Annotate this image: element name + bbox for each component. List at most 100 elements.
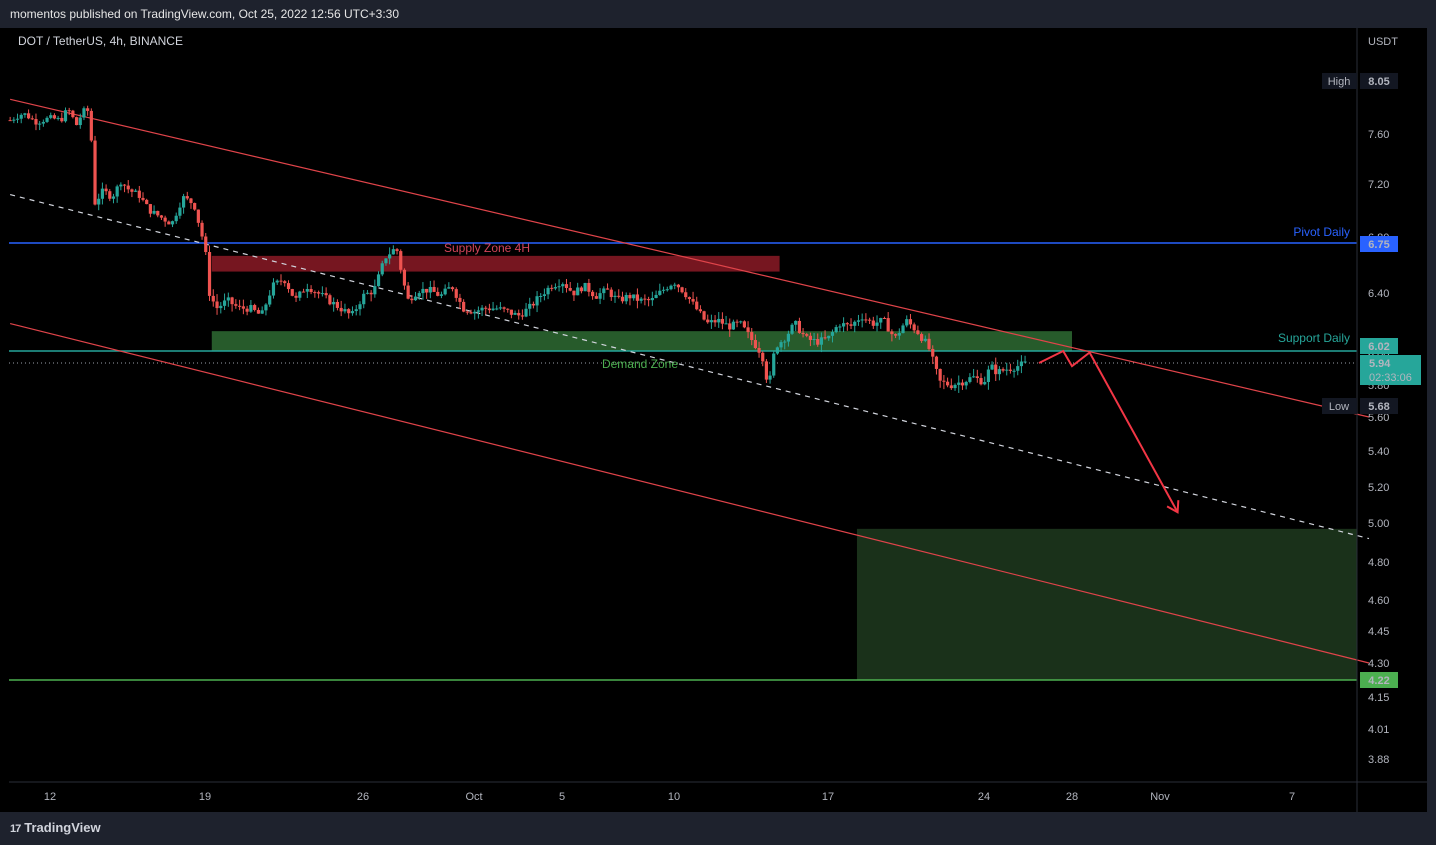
candle [576,282,580,296]
candle [130,188,134,198]
candle [594,292,598,299]
tv-logo-icon: 17 [10,823,21,835]
candle [152,205,156,215]
candle [860,313,864,328]
candle [838,324,842,332]
candle [279,274,283,286]
candle [134,188,138,192]
candle [495,305,499,311]
candle [731,319,735,330]
candle [520,309,524,320]
price-chart[interactable]: 3.88 4.01 4.15 4.30 4.45 4.60 4.80 5.00 5.20 5.40… [0,0,1436,845]
candle [709,314,713,329]
candle [946,377,950,388]
candle [226,292,230,307]
candle [268,290,272,307]
candle [286,280,291,293]
right-edge [1427,28,1436,812]
time-tick: 24 [978,791,990,803]
candle [676,283,680,293]
zone-2[interactable] [856,528,1357,680]
candle [680,286,684,294]
candle [402,268,407,290]
candle [972,368,976,378]
zone-0[interactable] [211,255,780,272]
candle [320,286,324,297]
candle [63,107,68,123]
time-axis[interactable]: 12 19 26 Oct 5 10 17 24 28 Nov 7 [44,791,1295,803]
candle [491,301,495,311]
candle [613,291,617,303]
candle [553,283,557,291]
candle [790,323,794,335]
candle [126,180,130,194]
candle [609,287,613,301]
candle [695,296,699,311]
candle [539,293,543,303]
candle [335,299,340,311]
candle [853,320,857,333]
price-tick: 4.30 [1368,658,1389,670]
high-label: High [1328,76,1351,88]
candle [764,359,768,383]
candle [328,293,332,306]
price-axis[interactable]: 3.88 4.01 4.15 4.30 4.45 4.60 4.80 5.00 5.20 5.40… [1368,77,1389,766]
candle [702,310,706,321]
candle [436,287,440,297]
price-tick: 4.60 [1368,595,1389,607]
candle [908,313,913,329]
projection-path[interactable] [1038,349,1179,513]
candle [1012,368,1016,378]
candle [1016,359,1020,376]
candle [502,306,506,313]
candle [82,106,86,121]
candle [108,189,112,202]
candle [119,182,123,191]
candle [901,323,905,334]
candle [735,319,739,328]
candle [181,193,186,214]
candle [864,313,868,323]
candle [506,308,510,313]
candle [579,286,584,294]
candle [661,286,666,294]
zone-1[interactable] [211,331,1072,351]
candle [528,297,532,316]
candle [358,301,362,316]
candle [275,279,279,285]
candle [598,288,602,305]
candle [439,291,444,299]
candle [856,314,861,326]
time-tick: 17 [822,791,834,803]
candle [473,309,477,320]
tradingview-logo[interactable]: 17 TradingView [10,820,101,835]
candle [93,135,97,206]
candle [317,290,321,299]
candle [871,316,875,329]
candle [949,378,953,390]
candle [964,380,968,390]
candle [41,119,45,127]
price-tick: 4.15 [1368,692,1389,704]
candle [222,293,227,311]
trendline-1[interactable] [9,322,1370,664]
candle [260,306,264,314]
candle [602,286,606,300]
candle [74,116,79,126]
candle [517,309,521,320]
candle [462,299,466,313]
candle [687,296,691,304]
candle [624,292,628,305]
candle [994,357,998,382]
candle [647,296,651,307]
candle [673,282,677,290]
trendline-2[interactable] [9,194,1370,540]
candle [215,294,219,315]
candle [845,322,849,331]
candle [724,315,728,325]
price-tick: 5.40 [1368,446,1389,458]
candle [167,220,171,225]
candle [480,305,484,317]
candle [484,305,488,315]
candle [52,113,57,120]
